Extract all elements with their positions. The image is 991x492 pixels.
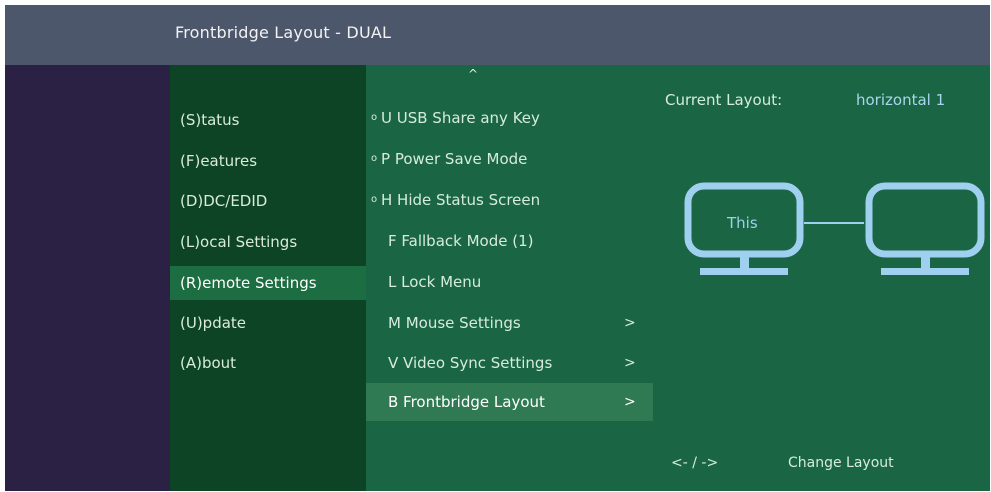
submenu-item-label: B Frontbridge Layout — [388, 393, 545, 411]
menu-item-features[interactable]: (F)eatures — [170, 144, 366, 178]
menu-item-label: (F)eatures — [180, 152, 258, 170]
change-layout-hint: Change Layout — [788, 455, 894, 471]
monitor-icon: This — [684, 182, 804, 275]
submenu-item-mouse-settings[interactable]: M Mouse Settings > — [366, 304, 653, 342]
enabled-marker-icon: o — [371, 112, 378, 123]
submenu-item-label: L Lock Menu — [388, 273, 482, 291]
submenu-item-video-sync[interactable]: V Video Sync Settings > — [366, 344, 653, 382]
title-bar: Frontbridge Layout - DUAL — [5, 5, 990, 65]
menu-item-remote-settings[interactable]: (R)emote Settings — [170, 266, 366, 300]
chevron-right-icon: > — [624, 355, 636, 371]
remote-settings-submenu: ^ o U USB Share any Key o P Power Save M… — [366, 65, 653, 491]
current-layout-value: horizontal 1 — [856, 91, 946, 109]
menu-item-status[interactable]: (S)tatus — [170, 103, 366, 137]
monitor-icon — [865, 182, 985, 275]
enabled-marker-icon: o — [371, 194, 378, 205]
menu-item-update[interactable]: (U)pdate — [170, 306, 366, 340]
monitor-label: This — [726, 214, 758, 232]
current-layout-label: Current Layout: — [665, 91, 783, 109]
chevron-right-icon: > — [624, 394, 636, 410]
main-menu: (S)tatus (F)eatures (D)DC/EDID (L)ocal S… — [170, 65, 366, 491]
submenu-item-hide-status[interactable]: o H Hide Status Screen — [366, 181, 653, 219]
submenu-item-label: U USB Share any Key — [381, 109, 540, 127]
menu-item-label: (A)bout — [180, 354, 237, 372]
submenu-item-frontbridge-layout[interactable]: B Frontbridge Layout > — [366, 383, 653, 421]
frontbridge-screen: Frontbridge Layout - DUAL (S)tatus (F)ea… — [5, 5, 990, 491]
menu-item-local-settings[interactable]: (L)ocal Settings — [170, 225, 366, 259]
menu-item-label: (S)tatus — [180, 111, 240, 129]
submenu-item-fallback-mode[interactable]: F Fallback Mode (1) — [366, 222, 653, 260]
submenu-item-usb-share[interactable]: o U USB Share any Key — [366, 99, 653, 137]
menu-item-label: (D)DC/EDID — [180, 192, 268, 210]
submenu-item-label: M Mouse Settings — [388, 314, 521, 332]
monitor-layout-diagram: This — [684, 182, 985, 275]
menu-item-about[interactable]: (A)bout — [170, 346, 366, 380]
submenu-item-lock-menu[interactable]: L Lock Menu — [366, 263, 653, 301]
left-blank-pane — [5, 65, 170, 491]
window-title: Frontbridge Layout - DUAL — [175, 23, 392, 42]
submenu-item-label: V Video Sync Settings — [388, 354, 553, 372]
change-layout-keys: <- / -> — [671, 455, 719, 471]
submenu-item-label: P Power Save Mode — [381, 150, 528, 168]
menu-item-label: (L)ocal Settings — [180, 233, 298, 251]
submenu-item-label: F Fallback Mode (1) — [388, 232, 534, 250]
chevron-right-icon: > — [624, 315, 636, 331]
menu-item-label: (R)emote Settings — [180, 274, 317, 292]
submenu-item-label: H Hide Status Screen — [381, 191, 541, 209]
menu-item-ddc-edid[interactable]: (D)DC/EDID — [170, 184, 366, 218]
layout-preview-panel: Current Layout: horizontal 1 This <- / -… — [653, 65, 990, 491]
enabled-marker-icon: o — [371, 153, 378, 164]
menu-item-label: (U)pdate — [180, 314, 247, 332]
scroll-up-icon[interactable]: ^ — [468, 67, 478, 81]
submenu-item-power-save[interactable]: o P Power Save Mode — [366, 140, 653, 178]
